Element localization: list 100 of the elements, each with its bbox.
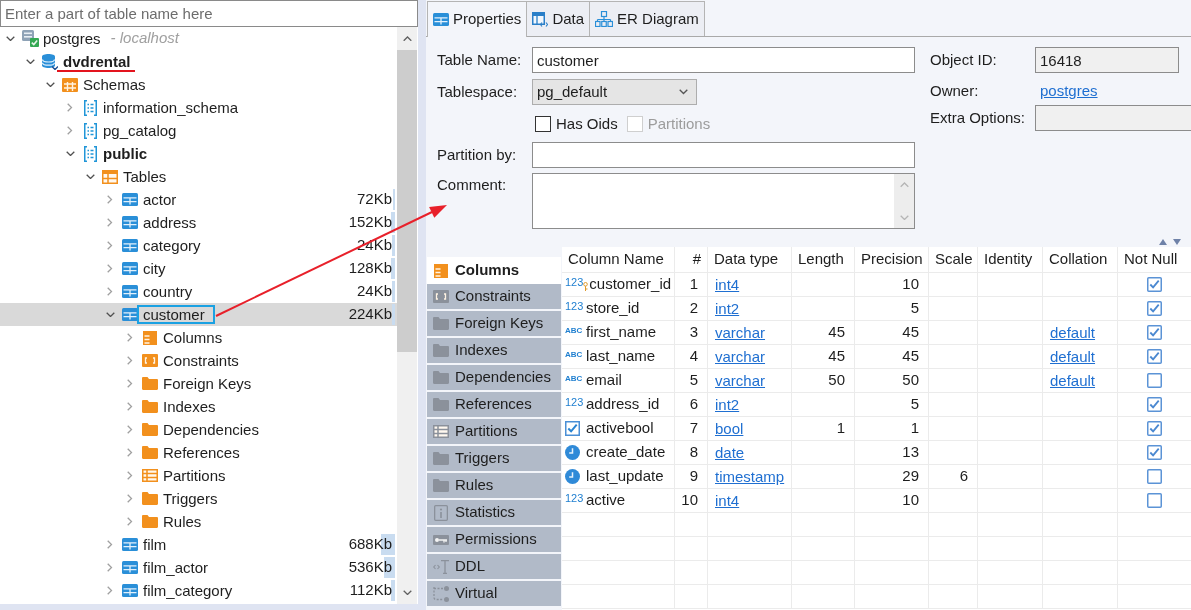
table-row[interactable]: 123 customer_id 1 int4 10 [562,273,1191,297]
search-field[interactable]: Enter a part of table name here [0,0,418,27]
checkbox[interactable] [1147,373,1162,388]
type-link[interactable]: int2 [715,300,740,317]
type-link[interactable]: date [715,444,745,461]
host-label: - localhost [110,28,179,49]
constraint-icon [142,354,158,367]
type-link[interactable]: bool [715,420,744,437]
tree-row[interactable]: customer 224Kb [0,303,397,326]
checkbox[interactable] [535,116,551,132]
checkbox[interactable] [1147,421,1162,436]
table-row[interactable]: ABC email 5 varchar 50 50 default [562,369,1191,393]
column-header[interactable]: # [675,247,707,272]
expand-chevron-icon[interactable] [85,173,95,180]
owner-link[interactable]: postgres [1040,79,1098,103]
comment-field[interactable] [532,173,915,229]
type-link[interactable]: varchar [715,372,766,389]
expand-chevron-icon[interactable] [25,58,35,65]
column-header[interactable]: Not Null [1118,247,1191,272]
section-tab[interactable]: Triggers [427,446,561,471]
section-tab[interactable]: Rules [427,473,561,498]
table-row[interactable]: create_date 8 date 13 [562,441,1191,465]
column-header[interactable]: Data type [708,247,791,272]
table-cell-text: 4 [688,346,699,367]
table-cell-text: 50 [901,370,920,391]
collation-link[interactable]: default [1050,372,1096,389]
scroll-up-icon[interactable] [402,35,412,42]
section-tab[interactable]: Indexes [427,338,561,363]
section-tab[interactable]: Statistics [427,500,561,525]
checkbox[interactable] [1147,301,1162,316]
checkbox[interactable] [1147,349,1162,364]
collation-link[interactable]: default [1050,324,1096,341]
table-name-field[interactable]: customer [532,47,915,73]
type-link[interactable]: timestamp [715,468,785,485]
section-tab[interactable]: Constraints [427,284,561,309]
column-header[interactable]: Scale [929,247,977,272]
tree-label: postgres [43,30,101,47]
type-link[interactable]: int4 [715,492,740,509]
expand-chevron-icon[interactable] [45,81,55,88]
table-row[interactable]: last_update 9 timestamp 29 6 [562,465,1191,489]
editor-tab[interactable]: Data [527,1,591,36]
type-link[interactable]: int4 [715,276,740,293]
column-header[interactable]: Column Name [562,247,674,272]
table-icon [122,538,138,551]
section-tab[interactable]: Partitions [427,419,561,444]
folder-icon [433,371,449,384]
collation-link[interactable]: default [1050,348,1096,365]
column-header[interactable]: Identity [978,247,1042,272]
table-cell-text: 1 [909,418,920,439]
section-tab[interactable]: Foreign Keys [427,311,561,336]
schema-icon [83,99,97,116]
partition-by-field[interactable] [532,142,915,168]
checkbox[interactable] [1147,493,1162,508]
section-tab[interactable]: Dependencies [427,365,561,390]
extra-options-field[interactable] [1035,105,1191,131]
checkbox[interactable] [1147,325,1162,340]
editor-tab[interactable]: ER Diagram [590,1,705,36]
type-link[interactable]: int2 [715,396,740,413]
expand-chevron-icon[interactable] [65,150,75,157]
section-tab[interactable]: Virtual [427,581,561,606]
scrollbar[interactable] [397,27,417,604]
columns-icon [143,330,157,345]
object-id-field[interactable]: 16418 [1035,47,1179,73]
tree-label: film_category [143,582,233,599]
section-tab[interactable]: Columns [427,257,561,284]
table-size: 224Kb [348,304,393,325]
type-link[interactable]: varchar [715,348,766,365]
checkbox[interactable] [1147,277,1162,292]
editor-tab[interactable]: Properties [427,1,528,37]
table-cell-text: 10 [901,274,920,295]
scroll-down-icon[interactable] [402,589,412,596]
type-glyph: 123 [565,276,584,288]
section-tab[interactable]: References [427,392,561,417]
column-header[interactable]: Precision [855,247,928,272]
field-label: Partition by: [437,144,518,165]
folder-icon [142,492,158,505]
checkbox[interactable] [1147,397,1162,412]
column-header[interactable]: Length [792,247,854,272]
field-label: Comment: [437,175,508,195]
grid-folder-icon [62,77,78,92]
table-cell-text: 6 [688,394,699,415]
schema-icon [83,145,97,162]
expand-chevron-icon[interactable] [5,35,15,42]
table-row[interactable]: ABC last_name 4 varchar 45 45 default [562,345,1191,369]
section-tab[interactable]: Permissions [427,527,561,552]
table-icon [122,285,138,298]
field-label: Object ID: [930,49,998,70]
type-link[interactable]: varchar [715,324,766,341]
section-tab[interactable]: DDL [427,554,561,579]
sort-arrows-icon[interactable] [1159,239,1181,245]
checkbox[interactable] [1147,469,1162,484]
expand-chevron-icon[interactable] [105,311,115,318]
field-label: Extra Options: [930,107,1027,128]
table-row[interactable]: activebool 7 bool 1 1 [562,417,1191,441]
table-row[interactable]: ABC first_name 3 varchar 45 45 default [562,321,1191,345]
checkbox[interactable] [1147,445,1162,460]
scroll-thumb[interactable] [397,50,417,352]
tablespace-select[interactable]: pg_default [532,79,697,105]
column-header[interactable]: Collation [1043,247,1117,272]
folder-icon [142,446,158,459]
